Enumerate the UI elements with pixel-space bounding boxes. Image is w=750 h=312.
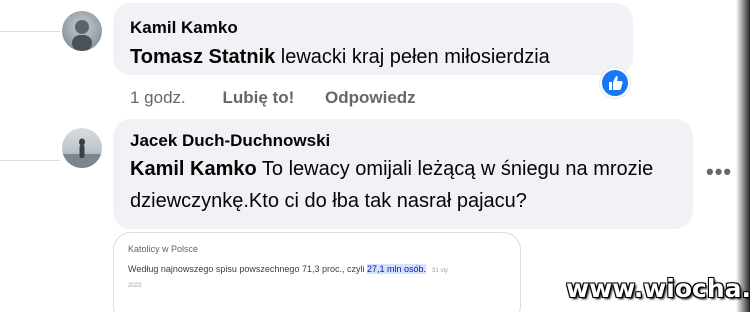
thumbs-up-icon[interactable] [600, 68, 630, 98]
comment-bubble: Jacek Duch-Duchnowski Kamil Kamko To lew… [113, 119, 693, 229]
reply-button[interactable]: Odpowiedz [325, 88, 416, 108]
thread-connector [0, 160, 60, 161]
attachment-body: Według najnowszego spisu powszechnego 71… [128, 264, 367, 274]
avatar[interactable] [62, 128, 102, 168]
avatar[interactable] [62, 11, 102, 51]
comment-author[interactable]: Jacek Duch-Duchnowski [130, 131, 330, 151]
comment-text: Kamil Kamko To lewacy omijali leżącą w ś… [130, 153, 685, 217]
comment-timestamp[interactable]: 1 godz. [130, 88, 186, 108]
avatar-photo [62, 138, 102, 168]
comment-actions: 1 godz. Lubię to! Odpowiedz [130, 88, 416, 108]
like-button[interactable]: Lubię to! [223, 88, 295, 108]
image-edge [736, 0, 750, 312]
thread-connector [0, 31, 60, 32]
attachment-highlight: 27,1 mln osób. [366, 264, 427, 274]
attachment-source: Katolicy w Polsce [128, 244, 199, 254]
attachment-text: Według najnowszego spisu powszechnego 71… [128, 263, 458, 293]
mention-link[interactable]: Kamil Kamko [130, 158, 257, 180]
comment-body: lewacki kraj pełen miłosierdzia [280, 46, 550, 68]
mention-link[interactable]: Tomasz Statnik [130, 46, 275, 68]
comment-bubble: Kamil Kamko Tomasz Statnik lewacki kraj … [113, 3, 633, 75]
avatar-photo [72, 20, 92, 51]
more-options-icon[interactable]: ••• [706, 160, 731, 184]
comment-author[interactable]: Kamil Kamko [130, 18, 238, 38]
comment-thread: Kamil Kamko Tomasz Statnik lewacki kraj … [0, 0, 750, 312]
comment-text: Tomasz Statnik lewacki kraj pełen miłosi… [130, 41, 550, 73]
watermark: www.wiocha.pl [566, 274, 750, 303]
attached-image[interactable]: Katolicy w Polsce Według najnowszego spi… [113, 232, 521, 312]
